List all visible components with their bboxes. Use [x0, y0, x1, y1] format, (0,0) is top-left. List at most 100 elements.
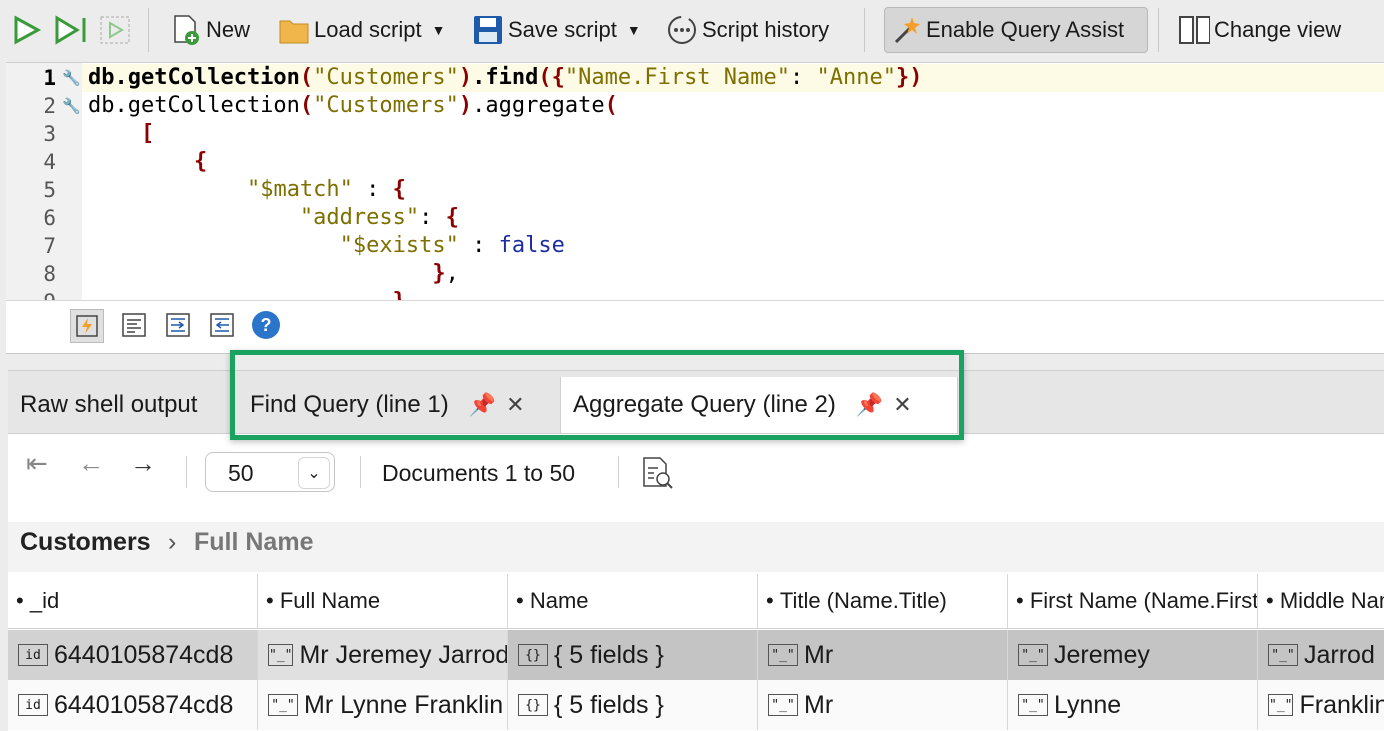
table-cell[interactable]: "_" Mr — [758, 680, 1008, 730]
line-number: 2 — [43, 94, 56, 118]
load-script-button[interactable]: Load script ▼ — [278, 6, 445, 54]
id-type-icon: id — [18, 694, 48, 716]
pager-separator — [618, 456, 619, 488]
code-line-1: db.getCollection("Customers").find({"Nam… — [88, 65, 923, 90]
next-page-icon[interactable]: → — [130, 448, 156, 479]
table-cell[interactable]: id 6440105874cd8 — [8, 630, 258, 680]
line-number: 5 — [43, 178, 56, 202]
wrench-icon[interactable]: 🔧 — [62, 97, 81, 115]
object-type-icon: {} — [518, 694, 548, 716]
table-row[interactable]: id 6440105874cd8 "_" Mr Lynne Franklin {}{… — [8, 680, 1384, 730]
table-cell[interactable]: "_" Franklin — [1258, 680, 1384, 730]
line-number: 7 — [43, 234, 56, 258]
table-cell[interactable]: "_" Jeremey — [1008, 630, 1258, 680]
format-code-icon[interactable] — [118, 309, 150, 341]
load-script-label: Load script — [314, 17, 422, 42]
column-header[interactable]: • First Name (Name.First Name) — [1008, 574, 1258, 628]
column-header[interactable]: • Name — [508, 574, 758, 628]
table-cell[interactable]: id 6440105874cd8 — [8, 680, 258, 730]
string-type-icon: "_" — [1268, 694, 1294, 716]
line-number: 8 — [43, 262, 56, 286]
string-type-icon: "_" — [1268, 644, 1298, 666]
table-cell[interactable]: {}{ 5 fields } — [508, 680, 758, 730]
new-button-label: New — [206, 17, 251, 42]
code-line-5: "$match" : { — [246, 177, 406, 202]
wrench-icon[interactable]: 🔧 — [62, 69, 81, 87]
tabs-highlight-box — [230, 350, 964, 440]
tab-label: Raw shell output — [20, 391, 198, 418]
run-line-icon[interactable] — [52, 6, 92, 54]
table-cell[interactable]: "_" Lynne — [1008, 680, 1258, 730]
code-line-4: { — [193, 149, 208, 174]
table-row[interactable]: id 6440105874cd8 "_" Mr Jeremey Jarrod {}{… — [8, 630, 1384, 680]
documents-range-label: Documents 1 to 50 — [382, 460, 576, 486]
line-number: 3 — [43, 122, 56, 146]
query-code-icon[interactable] — [640, 456, 674, 495]
run-selection-icon[interactable] — [98, 6, 134, 54]
script-editor[interactable]: 1 2 3 4 5 6 7 8 9 🔧 🔧 db.getCollection("… — [6, 62, 1384, 301]
code-line-6: "address": { — [299, 205, 459, 230]
string-type-icon: "_" — [1018, 644, 1048, 666]
tab-raw-shell-output[interactable]: Raw shell output — [20, 377, 197, 433]
folder-icon — [278, 14, 310, 46]
indent-icon[interactable] — [162, 309, 194, 341]
chevron-down-icon: ⌄ — [298, 457, 330, 489]
toolbar-separator — [148, 8, 149, 52]
toolbar-separator — [864, 8, 865, 52]
column-header[interactable]: • Title (Name.Title) — [758, 574, 1008, 628]
new-script-icon — [170, 14, 202, 46]
table-cell[interactable]: "_" Mr Jeremey Jarrod — [258, 630, 508, 680]
save-script-label: Save script — [508, 17, 617, 42]
page-size-value: 50 — [228, 460, 254, 486]
breadcrumb-field: Full Name — [194, 528, 314, 556]
editor-action-bar: ? — [6, 300, 1384, 354]
main-toolbar: New Load script ▼ Save script ▼ Script h… — [0, 0, 1384, 60]
page-size-select[interactable]: 50 ⌄ — [205, 452, 335, 492]
column-header[interactable]: • _id — [8, 574, 258, 628]
toolbar-separator — [1158, 8, 1159, 52]
change-view-button[interactable]: Change view — [1178, 6, 1341, 54]
column-header[interactable]: • Middle Name — [1258, 574, 1384, 628]
outdent-icon[interactable] — [206, 309, 238, 341]
object-type-icon: {} — [518, 644, 548, 666]
history-icon — [666, 14, 698, 46]
string-type-icon: "_" — [268, 644, 294, 666]
id-type-icon: id — [18, 644, 48, 666]
line-number: 4 — [43, 150, 56, 174]
code-line-2: db.getCollection("Customers").aggregate( — [88, 93, 618, 118]
auto-complete-icon[interactable] — [70, 309, 104, 343]
string-type-icon: "_" — [1018, 694, 1048, 716]
previous-page-icon[interactable]: ← — [78, 448, 104, 479]
chevron-right-icon: › — [168, 528, 177, 556]
script-history-label: Script history — [702, 17, 830, 42]
first-page-icon[interactable]: ⇤ — [26, 448, 48, 479]
column-header[interactable]: • Full Name — [258, 574, 508, 628]
chevron-down-icon: ▼ — [431, 22, 446, 38]
pager-separator — [186, 456, 187, 488]
save-icon — [472, 14, 504, 46]
table-cell[interactable]: "_" Mr Lynne Franklin — [258, 680, 508, 730]
new-button[interactable]: New — [170, 6, 250, 54]
line-number: 1 — [43, 66, 56, 90]
code-line-7: "$exists" : false — [339, 233, 565, 258]
magic-wand-icon — [890, 14, 922, 46]
table-cell[interactable]: "_" Mr — [758, 630, 1008, 680]
svg-text:?: ? — [261, 315, 272, 335]
string-type-icon: "_" — [768, 694, 798, 716]
save-script-button[interactable]: Save script ▼ — [472, 6, 641, 54]
chevron-down-icon: ▼ — [626, 22, 641, 38]
line-number: 6 — [43, 206, 56, 230]
breadcrumb-collection[interactable]: Customers — [20, 528, 151, 557]
pager-separator — [360, 456, 361, 488]
enable-query-assist-label: Enable Query Assist — [926, 17, 1125, 42]
change-view-label: Change view — [1214, 17, 1342, 42]
string-type-icon: "_" — [768, 644, 798, 666]
string-type-icon: "_" — [268, 694, 298, 716]
run-icon[interactable] — [10, 6, 42, 54]
script-history-button[interactable]: Script history — [666, 6, 829, 54]
table-cell[interactable]: {}{ 5 fields } — [508, 630, 758, 680]
help-icon[interactable]: ? — [250, 309, 282, 341]
enable-query-assist-button[interactable]: Enable Query Assist — [890, 6, 1124, 54]
table-cell[interactable]: "_" Jarrod — [1258, 630, 1384, 680]
code-line-3: [ — [140, 121, 155, 146]
